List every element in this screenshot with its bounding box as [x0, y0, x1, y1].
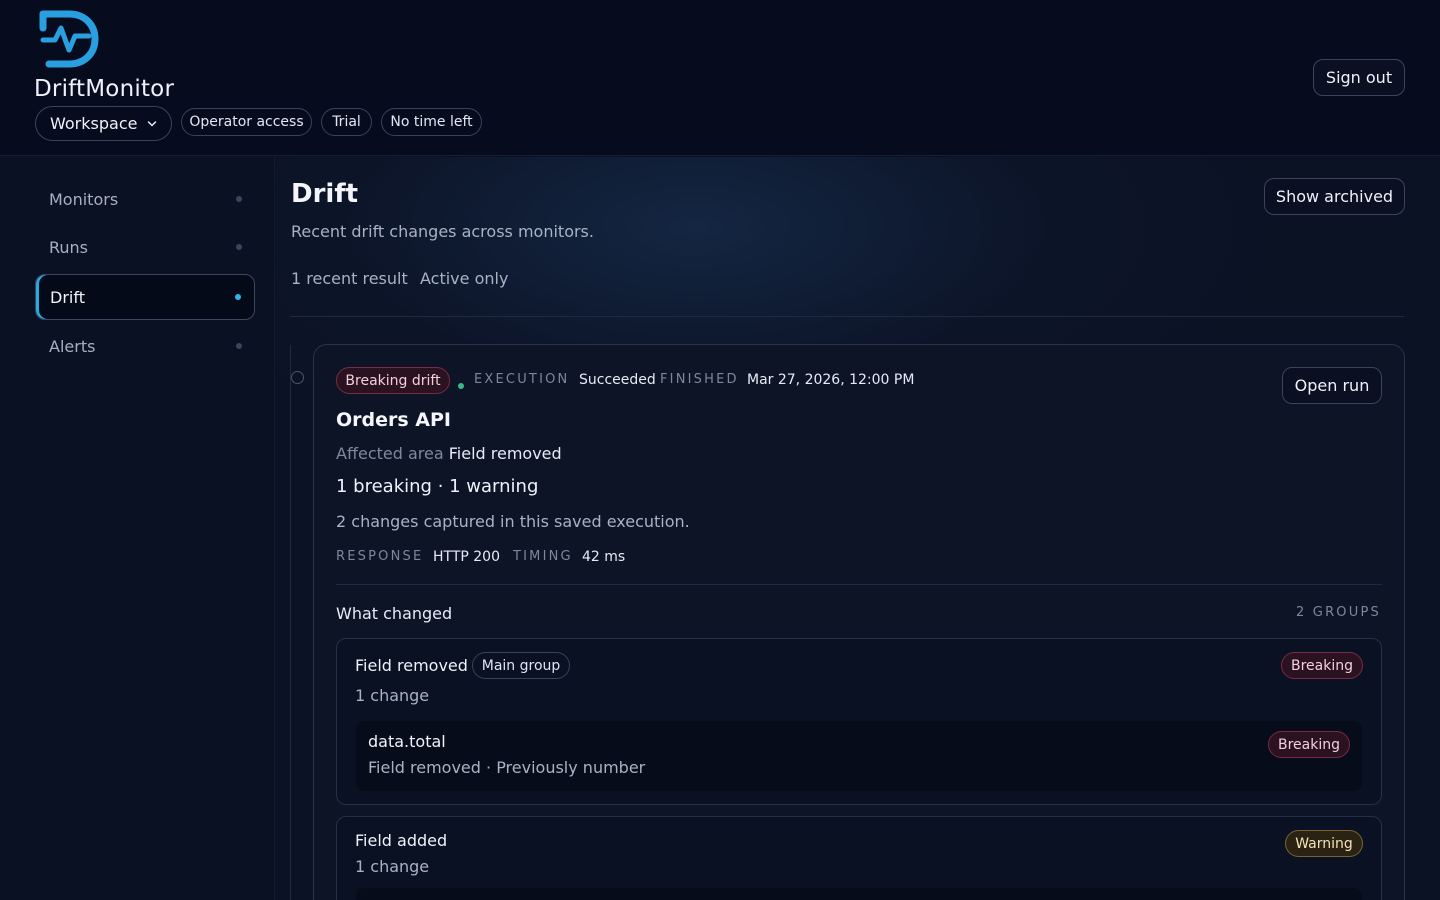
sidebar-item-label: Monitors: [49, 189, 119, 209]
sidebar-item-runs[interactable]: Runs: [35, 224, 255, 270]
finished-label: FINISHED: [660, 372, 739, 387]
sidebar-item-alerts[interactable]: Alerts: [35, 323, 255, 369]
top-bar: DriftMonitor Workspace Operator access T…: [0, 0, 1440, 156]
group-title: Field removed: [355, 656, 468, 675]
group-count: 2 GROUPS: [1296, 605, 1381, 620]
change-summary: 1 breaking · 1 warning: [336, 476, 539, 497]
change-row[interactable]: [356, 888, 1362, 900]
change-row[interactable]: [356, 721, 1362, 791]
response-value: HTTP 200: [433, 549, 500, 565]
affected-value: Field removed: [448, 444, 562, 463]
status-dot-icon: [236, 196, 242, 202]
group-severity-badge: Warning: [1285, 830, 1363, 857]
group-change-count: 1 change: [355, 857, 430, 876]
execution-status-icon: [458, 375, 464, 394]
timing-value: 42 ms: [582, 549, 626, 565]
time-left-badge: No time left: [381, 108, 482, 136]
brand-name: DriftMonitor: [34, 76, 175, 102]
group-tag: Main group: [472, 652, 570, 679]
status-dot-icon: [236, 244, 242, 250]
change-path: data.total: [368, 732, 446, 751]
monitor-name[interactable]: Orders API: [336, 409, 451, 431]
operator-access-badge: Operator access: [181, 108, 312, 136]
page-subtitle: Recent drift changes across monitors.: [291, 222, 594, 241]
affected-area: Affected area Field removed: [336, 444, 562, 463]
sidebar-item-drift[interactable]: Drift: [35, 274, 255, 320]
group-severity-badge: Breaking: [1281, 652, 1363, 679]
affected-label: Affected area: [336, 444, 444, 463]
finished-timestamp: Mar 27, 2026, 12:00 PM: [747, 372, 915, 388]
sidebar-item-label: Drift: [50, 287, 85, 307]
sidebar-item-monitors[interactable]: Monitors: [35, 176, 255, 222]
timeline-dot-icon: [291, 371, 304, 384]
divider: [290, 316, 1404, 317]
page-title: Drift: [291, 179, 359, 209]
chevron-down-icon: [148, 120, 157, 127]
change-detail: Field removed · Previously number: [368, 758, 646, 777]
driftmonitor-logo-icon: [39, 10, 99, 68]
trial-badge: Trial: [321, 108, 372, 136]
group-change-count: 1 change: [355, 686, 430, 705]
workspace-switcher[interactable]: Workspace: [35, 106, 172, 141]
timing-label: TIMING: [513, 549, 573, 564]
timeline-line: [290, 345, 291, 900]
status-dot-icon: [235, 294, 241, 300]
sign-out-button[interactable]: Sign out: [1313, 59, 1405, 96]
group-title: Field added: [355, 831, 448, 850]
execution-label: EXECUTION: [474, 372, 570, 387]
workspace-label: Workspace: [50, 114, 138, 133]
execution-status: Succeeded: [579, 372, 656, 388]
status-dot-icon: [236, 343, 242, 349]
sidebar-item-label: Alerts: [49, 336, 96, 356]
severity-badge: Breaking drift: [336, 367, 450, 394]
result-count: 1 recent result: [291, 269, 408, 288]
response-label: RESPONSE: [336, 549, 424, 564]
open-run-button[interactable]: Open run: [1282, 367, 1382, 404]
captured-note: 2 changes captured in this saved executi…: [336, 512, 690, 531]
show-archived-button[interactable]: Show archived: [1264, 178, 1405, 215]
active-filter: Active only: [420, 269, 509, 288]
sidebar-item-label: Runs: [49, 237, 89, 257]
divider: [336, 584, 1382, 585]
change-severity-badge: Breaking: [1268, 731, 1350, 758]
what-changed-heading: What changed: [336, 604, 453, 623]
